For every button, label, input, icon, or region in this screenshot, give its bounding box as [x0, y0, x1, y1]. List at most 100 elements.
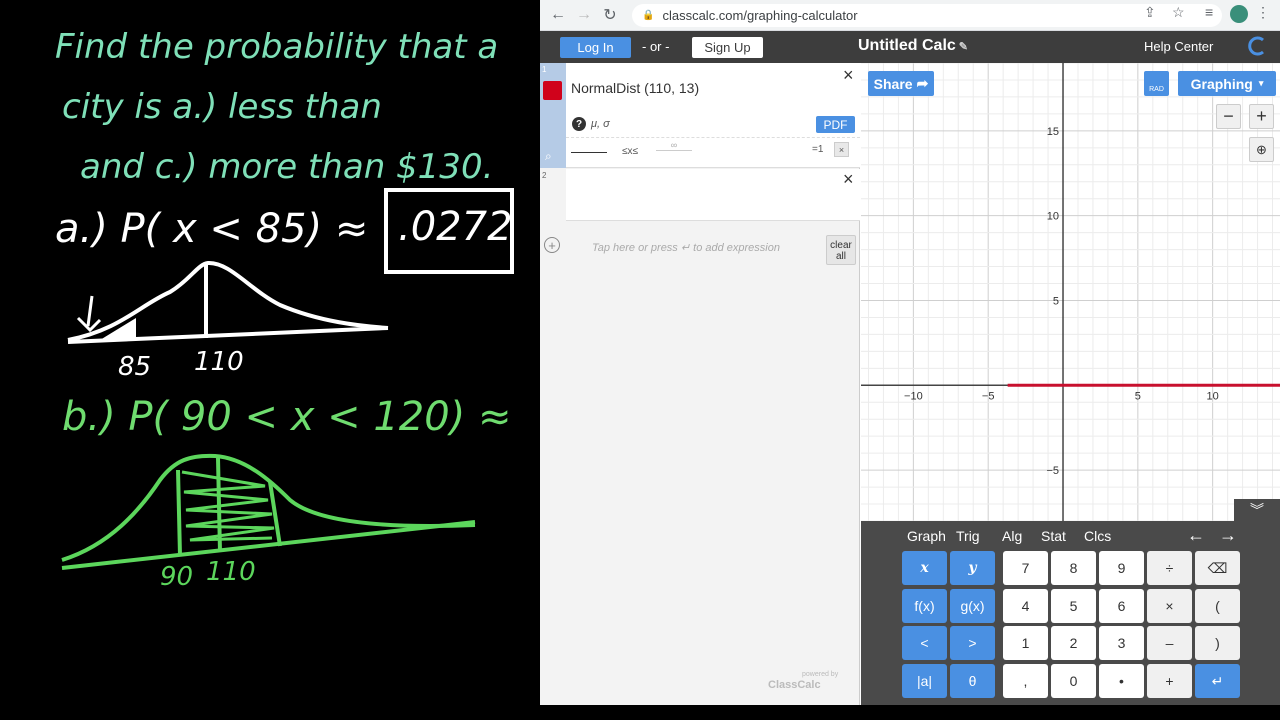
signup-button[interactable]: Sign Up [692, 37, 763, 58]
bookmark-star-icon[interactable]: ☆ [1172, 4, 1185, 21]
expression-2-index: 2 [542, 171, 547, 180]
arrow-icon [76, 295, 102, 333]
key-multiply[interactable]: × [1147, 589, 1192, 623]
curve-b-hatching [181, 470, 275, 542]
add-expression-hint: Tap here or press ↵ to add expression [592, 242, 780, 254]
keypad-tab-clcs[interactable]: Clcs [1084, 528, 1111, 544]
screen: Find the probability that a city is a.) … [0, 0, 1280, 720]
enter-icon[interactable]: ↵ [1195, 664, 1240, 698]
board-line-3: and c.) more than $130. [80, 147, 493, 187]
keypad-tab-stat[interactable]: Stat [1041, 528, 1066, 544]
expression-1-text[interactable]: NormalDist (110, 13) [571, 80, 699, 96]
range-upper-input[interactable]: ∞ [656, 140, 692, 151]
login-button[interactable]: Log In [560, 37, 631, 58]
clear-all-button[interactable]: clear all [826, 235, 856, 265]
chalkboard: Find the probability that a city is a.) … [0, 0, 540, 720]
curve-b-label-90: 90 [160, 562, 193, 592]
range-clear-icon[interactable]: × [834, 142, 849, 157]
rad-mode-button[interactable]: RAD [1144, 71, 1169, 96]
magnify-icon[interactable]: ⌕ [545, 149, 552, 164]
graph-canvas[interactable]: −10 −5 5 10 15 10 5 −5 Share ➦ RAD Graphing ▾ − +… [861, 63, 1280, 521]
x-tick-label: 5 [1135, 390, 1141, 402]
expression-1-close-icon[interactable]: × [843, 65, 854, 86]
share-arrow-icon: ➦ [916, 75, 929, 91]
profile-avatar[interactable] [1230, 5, 1248, 23]
forward-arrow-icon[interactable]: → [571, 2, 597, 28]
y-tick-label: 10 [1047, 211, 1059, 223]
graphing-mode-label: Graphing [1190, 75, 1253, 92]
key-0[interactable]: 0 [1051, 664, 1096, 698]
zoom-out-button[interactable]: − [1216, 104, 1241, 129]
keypad-tab-trig[interactable]: Trig [956, 528, 980, 544]
range-lower-input[interactable] [571, 152, 607, 153]
y-tick-label: 5 [1053, 295, 1059, 307]
key-comma[interactable]: , [1003, 664, 1048, 698]
board-line-2: city is a.) less than [62, 87, 382, 127]
key-open-paren[interactable]: ( [1195, 589, 1240, 623]
y-tick-label: 15 [1047, 126, 1059, 138]
key-divide[interactable]: ÷ [1147, 551, 1192, 585]
pencil-icon[interactable]: ✎ [959, 41, 968, 53]
reading-list-icon[interactable]: ≡ [1205, 4, 1213, 20]
key-gx[interactable]: g(x) [950, 589, 995, 623]
help-question-icon[interactable]: ? [572, 117, 586, 131]
zoom-home-icon[interactable]: ⊕ [1249, 137, 1274, 162]
back-arrow-icon[interactable]: ← [545, 2, 571, 28]
share-button[interactable]: Share ➦ [868, 71, 934, 96]
key-abs[interactable]: |a| [902, 664, 947, 698]
expression-2-close-icon[interactable]: × [843, 169, 854, 190]
calc-title[interactable]: Untitled Calc ✎ [858, 37, 968, 55]
collapse-keypad-icon[interactable]: ︾ [1234, 499, 1280, 521]
key-2[interactable]: 2 [1051, 626, 1096, 660]
key-minus[interactable]: – [1147, 626, 1192, 660]
browser-toolbar: ← → ↻ 🔒 classcalc.com/graphing-calculato… [540, 0, 1280, 31]
expression-2-gutter: 2 [540, 169, 566, 221]
key-plus[interactable]: + [1147, 664, 1192, 698]
expression-1[interactable]: 1 ⌕ NormalDist (110, 13) × ? μ, σ PDF ≤x… [540, 63, 860, 168]
powered-by-logo: ClassCalc [768, 679, 821, 691]
key-greater-than[interactable]: > [950, 626, 995, 660]
graph-svg[interactable]: −10 −5 5 10 15 10 5 −5 [861, 63, 1280, 521]
app-header: Log In - or - Sign Up Untitled Calc ✎ Hel… [540, 31, 1280, 63]
key-1[interactable]: 1 [1003, 626, 1048, 660]
graphing-mode-dropdown[interactable]: Graphing ▾ [1178, 71, 1276, 96]
share-page-icon[interactable]: ⇪ [1144, 4, 1156, 21]
key-y[interactable]: y [950, 551, 995, 585]
key-theta[interactable]: θ [950, 664, 995, 698]
key-7[interactable]: 7 [1003, 551, 1048, 585]
backspace-icon[interactable]: ⌫ [1195, 551, 1240, 585]
key-6[interactable]: 6 [1099, 589, 1144, 623]
cursor-left-icon[interactable]: ← [1187, 525, 1205, 546]
cursor-right-icon[interactable]: → [1219, 525, 1237, 546]
pdf-toggle-button[interactable]: PDF [816, 116, 855, 133]
expression-1-color-swatch[interactable] [543, 81, 562, 100]
calc-title-text: Untitled Calc [858, 37, 956, 54]
more-menu-icon[interactable]: ⋮ [1256, 4, 1270, 21]
board-line-1: Find the probability that a [55, 27, 498, 67]
key-3[interactable]: 3 [1099, 626, 1144, 660]
help-center-link[interactable]: Help Center [1144, 39, 1213, 54]
part-a-answer: .0272 [398, 204, 513, 250]
key-5[interactable]: 5 [1051, 589, 1096, 623]
add-expression-icon[interactable]: + [544, 237, 560, 253]
key-close-paren[interactable]: ) [1195, 626, 1240, 660]
add-expression-row[interactable]: + Tap here or press ↵ to add expression … [540, 221, 860, 271]
params-hint: μ, σ [591, 118, 610, 130]
key-decimal[interactable]: • [1099, 664, 1144, 698]
x-tick-label: −5 [982, 390, 995, 402]
key-8[interactable]: 8 [1051, 551, 1096, 585]
part-b-expression: b.) P( 90 < x < 120) ≈ [62, 394, 512, 440]
zoom-in-button[interactable]: + [1249, 104, 1274, 129]
expression-2[interactable]: 2 × [540, 169, 860, 221]
range-row: ≤x≤ ∞ =1 × [566, 137, 860, 168]
key-4[interactable]: 4 [1003, 589, 1048, 623]
key-fx[interactable]: f(x) [902, 589, 947, 623]
key-less-than[interactable]: < [902, 626, 947, 660]
key-9[interactable]: 9 [1099, 551, 1144, 585]
address-bar[interactable]: 🔒 classcalc.com/graphing-calculator [632, 4, 1222, 27]
reload-icon[interactable]: ↻ [597, 2, 623, 28]
chevron-down-icon: ▾ [1258, 78, 1264, 88]
keypad-tab-alg[interactable]: Alg [1002, 528, 1022, 544]
key-x[interactable]: x [902, 551, 947, 585]
keypad-tab-graph[interactable]: Graph [907, 528, 946, 544]
